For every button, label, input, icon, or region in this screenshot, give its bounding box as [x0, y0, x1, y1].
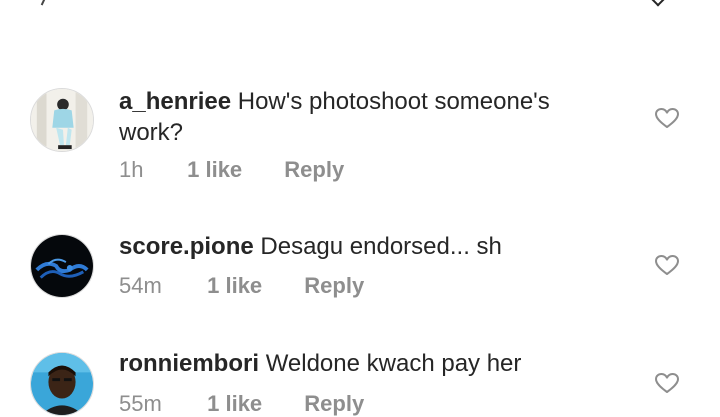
avatar-photo — [31, 89, 93, 151]
comment-text: ronniembori Weldone kwach pay her — [119, 348, 619, 379]
comment-time: 54m — [119, 273, 162, 298]
comment-body: Desagu endorsed... sh — [260, 233, 502, 260]
comment-body: Weldone kwach pay her — [265, 350, 522, 377]
avatar-photo — [31, 235, 93, 297]
comment-username[interactable]: ronniembori — [119, 350, 259, 377]
comment-likes[interactable]: 1 like — [207, 273, 262, 299]
comment-text: a_henriee How's photoshoot someone's wor… — [119, 86, 619, 148]
comment-likes[interactable]: 1 like — [207, 391, 262, 417]
heart-outline-icon[interactable] — [654, 372, 680, 394]
comment-username[interactable]: score.pione — [119, 233, 254, 260]
avatar[interactable] — [30, 234, 94, 298]
comment-meta: 54m 1 like Reply — [119, 273, 364, 299]
reply-button[interactable]: Reply — [304, 391, 364, 417]
comment-meta: 55m 1 like Reply — [119, 391, 364, 417]
chevron-down-icon[interactable] — [649, 0, 667, 7]
heart-outline-icon[interactable] — [654, 254, 680, 276]
previous-comment-fragment — [0, 0, 720, 12]
comment-likes[interactable]: 1 like — [187, 157, 242, 183]
comment-text: score.pione Desagu endorsed... sh — [119, 231, 619, 262]
reply-button[interactable]: Reply — [284, 157, 344, 183]
avatar[interactable] — [30, 352, 94, 416]
comment-username[interactable]: a_henriee — [119, 88, 231, 115]
avatar-photo — [31, 353, 93, 415]
reply-button[interactable]: Reply — [304, 273, 364, 299]
comment-time: 55m — [119, 391, 162, 416]
partial-glyph — [33, 0, 49, 6]
avatar[interactable] — [30, 88, 94, 152]
comment-meta: 1h 1 like Reply — [119, 157, 344, 183]
comment-time: 1h — [119, 157, 144, 182]
heart-outline-icon[interactable] — [654, 107, 680, 129]
